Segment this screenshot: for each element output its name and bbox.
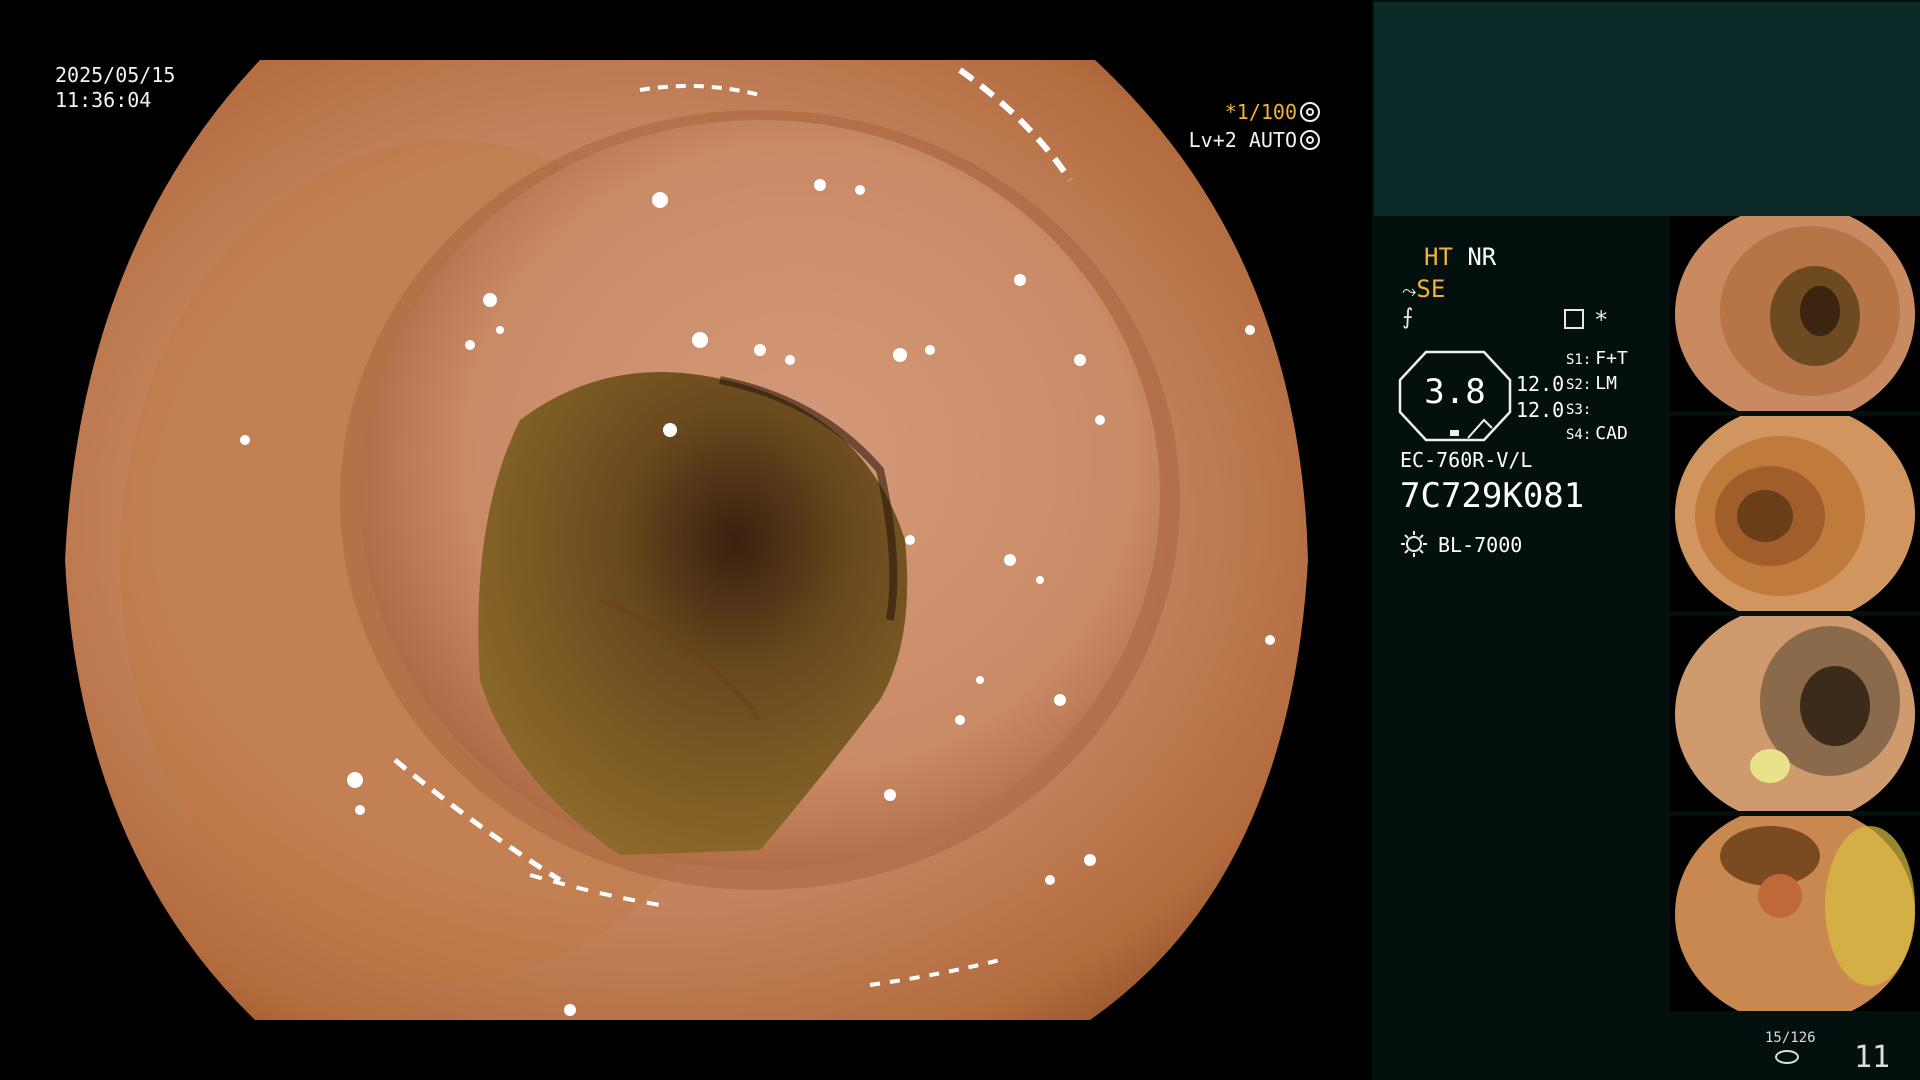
endoscopic-image (65, 60, 1308, 1020)
se-status: ⤳SE (1402, 275, 1445, 303)
disk-icon (1775, 1050, 1799, 1064)
ht-nr-status: HT NR (1424, 243, 1496, 271)
camera-icon (1300, 102, 1320, 122)
slope-icon: ⨍ (1402, 305, 1414, 330)
image-counter: 15/126 (1765, 1030, 1816, 1046)
scope-model: EC-760R-V/L (1400, 448, 1533, 472)
magnification-text: *1/100 (1224, 100, 1297, 124)
thumbnail-4[interactable] (1670, 816, 1920, 1011)
thumbnail-1[interactable] (1670, 216, 1920, 411)
scope-serial: 7C729K081 (1400, 476, 1585, 516)
settings-icon (1564, 309, 1584, 329)
value-a: 12.0 (1516, 372, 1565, 396)
switch-2: S2: LM (1566, 373, 1617, 394)
thumbnail-3[interactable] (1670, 616, 1920, 811)
switch-3: S3: (1566, 402, 1592, 418)
switch-1: S1: F+T (1566, 348, 1628, 369)
bulb-icon (1401, 531, 1427, 557)
camera-icon (1300, 130, 1320, 150)
date-text: 2025/05/15 (55, 63, 176, 87)
page-number: 11 (1854, 1040, 1891, 1075)
nr-label: NR (1467, 243, 1497, 271)
thumbnail-2[interactable] (1670, 416, 1920, 611)
star-mark: * (1594, 306, 1609, 334)
time-text: 11:36:04 (55, 88, 152, 112)
panel-header-area (1374, 2, 1920, 216)
ht-label: HT (1424, 243, 1453, 271)
se-label: SE (1416, 275, 1446, 303)
trace-icon: ⤳ (1402, 281, 1417, 302)
zoom-value: 3.8 (1424, 372, 1486, 412)
level-text: Lv+2 AUTO (1188, 128, 1297, 152)
endoscope-view: 2025/05/15 11:36:04 *1/100 Lv+2 AUTO (0, 0, 1372, 1080)
light-source: BL-7000 (1438, 533, 1523, 557)
switch-4: S4: CAD (1566, 423, 1628, 444)
value-b: 12.0 (1516, 398, 1565, 422)
magnification-display: *1/100 Lv+2 AUTO (1189, 98, 1320, 154)
datetime-display: 2025/05/15 11:36:04 (55, 63, 175, 113)
